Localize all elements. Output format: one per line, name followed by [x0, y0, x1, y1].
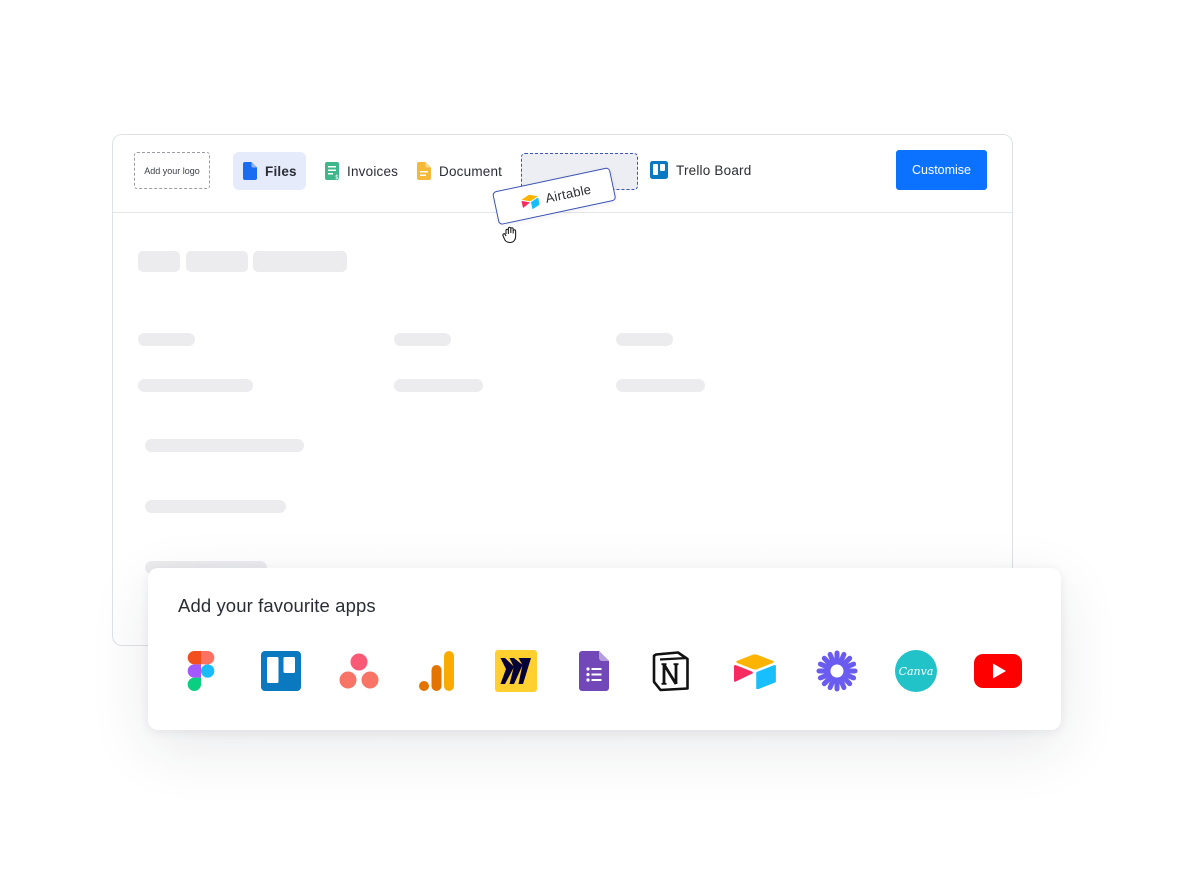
- asana-app[interactable]: [336, 648, 382, 694]
- notion-app[interactable]: [649, 648, 695, 694]
- trello-icon: [650, 161, 668, 179]
- tab-document-label: Document: [439, 163, 503, 179]
- grab-cursor-icon: [502, 226, 517, 244]
- skeleton-line: [138, 379, 253, 392]
- logo-placeholder-label: Add your logo: [144, 165, 200, 176]
- file-icon: [243, 162, 257, 180]
- svg-text:$: $: [335, 174, 339, 180]
- figma-app[interactable]: [178, 648, 224, 694]
- tab-document[interactable]: Document: [417, 152, 502, 190]
- canva-icon: Canva: [895, 650, 937, 692]
- favourite-apps-panel: Add your favourite apps Canva: [148, 568, 1061, 730]
- customise-button[interactable]: Customise: [896, 150, 987, 190]
- skeleton-line: [616, 333, 673, 346]
- apps-panel-title: Add your favourite apps: [178, 595, 376, 616]
- skeleton-line: [145, 500, 286, 513]
- airtable-icon: [734, 654, 776, 689]
- google-forms-app[interactable]: [571, 648, 617, 694]
- skeleton-chip: [253, 251, 347, 272]
- canva-app[interactable]: Canva: [893, 648, 939, 694]
- tab-invoices[interactable]: $ Invoices: [325, 152, 398, 190]
- skeleton-line: [394, 333, 451, 346]
- zapier-icon: [816, 650, 858, 692]
- youtube-icon: [974, 654, 1022, 688]
- skeleton-line: [145, 439, 304, 452]
- trello-app[interactable]: [258, 648, 304, 694]
- youtube-app[interactable]: [973, 648, 1023, 694]
- tab-trello-board[interactable]: Trello Board: [650, 151, 751, 189]
- tab-files-label: Files: [265, 163, 297, 179]
- skeleton-line: [138, 333, 195, 346]
- skeleton-line: [394, 379, 483, 392]
- skeleton-chip: [186, 251, 248, 272]
- invoice-icon: $: [325, 162, 339, 180]
- google-analytics-app[interactable]: [414, 648, 460, 694]
- zapier-app[interactable]: [814, 648, 860, 694]
- airtable-icon: [521, 194, 540, 209]
- dragged-airtable-label: Airtable: [543, 181, 593, 206]
- google-forms-icon: [579, 651, 609, 691]
- miro-icon: [495, 650, 537, 692]
- notion-icon: [652, 651, 689, 692]
- skeleton-line: [616, 379, 705, 392]
- figma-icon: [187, 651, 215, 691]
- airtable-app[interactable]: [732, 648, 778, 694]
- google-analytics-icon: [419, 651, 454, 691]
- miro-app[interactable]: [493, 648, 539, 694]
- tab-files[interactable]: Files: [233, 152, 306, 190]
- svg-text:Canva: Canva: [899, 665, 934, 678]
- logo-placeholder[interactable]: Add your logo: [134, 152, 210, 189]
- tab-trello-board-label: Trello Board: [676, 162, 752, 178]
- asana-icon: [339, 653, 379, 689]
- tab-invoices-label: Invoices: [347, 163, 399, 179]
- skeleton-chip: [138, 251, 180, 272]
- document-icon: [417, 162, 431, 180]
- trello-icon: [261, 651, 301, 691]
